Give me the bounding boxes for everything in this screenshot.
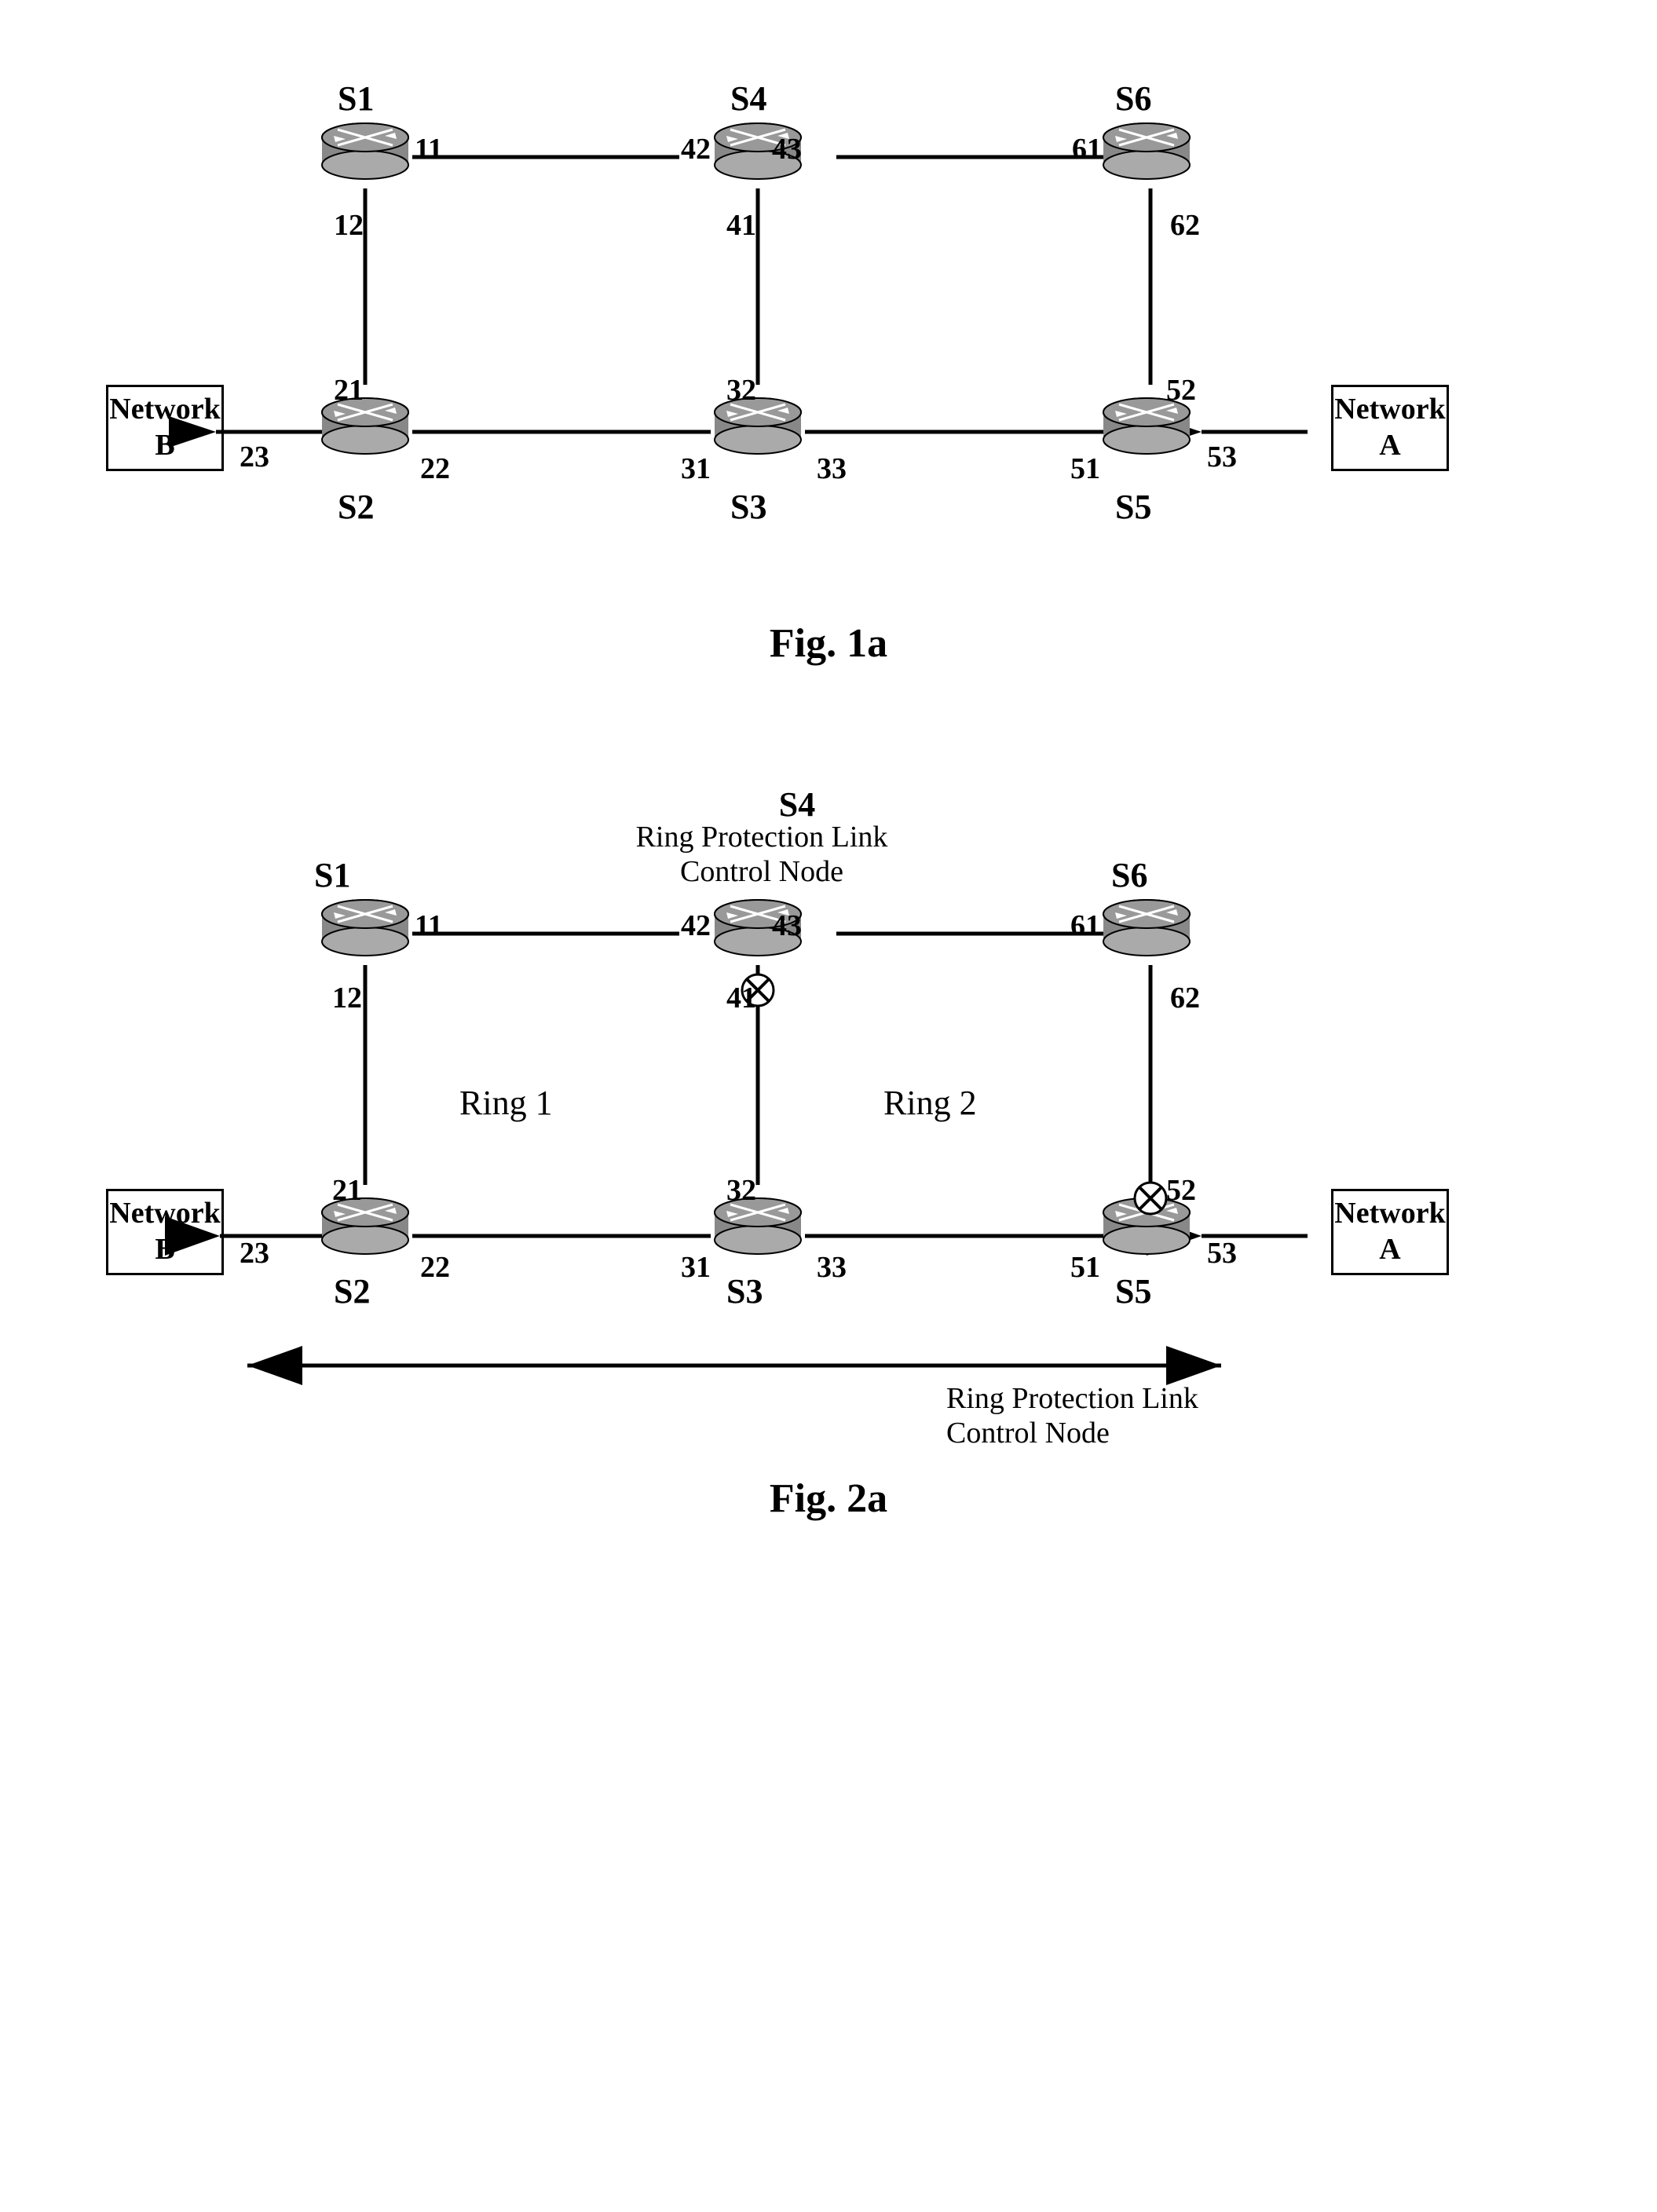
label-s1-2a: S1 <box>314 855 350 895</box>
port-41: 41 <box>726 208 756 243</box>
diagram-1a: S1 S4 <box>82 47 1575 597</box>
port-23-2a: 23 <box>240 1236 269 1271</box>
port-12-2a: 12 <box>332 981 362 1015</box>
label-s6-2a: S6 <box>1111 855 1147 895</box>
port-23: 23 <box>240 440 269 474</box>
port-31-2a: 31 <box>681 1250 711 1285</box>
label-s2-2a: S2 <box>334 1271 370 1311</box>
port-62: 62 <box>1170 208 1200 243</box>
port-12: 12 <box>334 208 364 243</box>
port-32-2a: 32 <box>726 1173 756 1208</box>
port-51: 51 <box>1070 452 1100 486</box>
port-53-2a: 53 <box>1207 1236 1237 1271</box>
port-22: 22 <box>420 452 450 486</box>
label-s2: S2 <box>338 487 374 527</box>
router-s6-2a <box>1099 898 1194 961</box>
connections-1a <box>82 47 1575 597</box>
label-s5: S5 <box>1115 487 1151 527</box>
blocked-port-s5 <box>1133 1181 1168 1216</box>
label-s1: S1 <box>338 79 374 119</box>
port-33-2a: 33 <box>817 1250 847 1285</box>
rplcn-top: Ring Protection LinkControl Node <box>632 820 891 889</box>
port-42-2a: 42 <box>681 909 711 943</box>
page: S1 S4 <box>0 0 1657 2212</box>
caption-2a: Fig. 2a <box>82 1475 1575 1522</box>
label-s4-2a: S4 <box>719 784 876 824</box>
port-53: 53 <box>1207 440 1237 474</box>
ring1-label: Ring 1 <box>459 1083 553 1123</box>
port-41-2a: 41 <box>726 981 756 1015</box>
port-61: 61 <box>1072 132 1102 166</box>
label-s3-2a: S3 <box>726 1271 763 1311</box>
port-51-2a: 51 <box>1070 1250 1100 1285</box>
port-43: 43 <box>772 132 802 166</box>
router-s6 <box>1099 122 1194 185</box>
port-61-2a: 61 <box>1070 909 1100 943</box>
port-52-2a: 52 <box>1166 1173 1196 1208</box>
port-32: 32 <box>726 373 756 408</box>
port-11-2a: 11 <box>415 909 443 943</box>
network-a-box-1a: NetworkA <box>1331 385 1449 471</box>
router-s3 <box>711 397 805 459</box>
port-22-2a: 22 <box>420 1250 450 1285</box>
port-62-2a: 62 <box>1170 981 1200 1015</box>
label-s5-2a: S5 <box>1115 1271 1151 1311</box>
rplcn-bottom: Ring Protection LinkControl Node <box>946 1381 1245 1450</box>
label-s6: S6 <box>1115 79 1151 119</box>
network-b-box-2a: NetworkB <box>106 1189 224 1275</box>
caption-1a: Fig. 1a <box>82 620 1575 667</box>
figure-1a: S1 S4 <box>82 47 1575 714</box>
label-s3: S3 <box>730 487 766 527</box>
port-43-2a: 43 <box>772 909 802 943</box>
network-b-box-1a: NetworkB <box>106 385 224 471</box>
router-s3-2a <box>711 1197 805 1260</box>
router-s1 <box>318 122 412 185</box>
ring2-label: Ring 2 <box>883 1083 977 1123</box>
network-a-box-2a: NetworkA <box>1331 1189 1449 1275</box>
figure-2a: S4 Ring Protection LinkControl Node S1 <box>82 745 1575 1569</box>
router-s1-2a <box>318 898 412 961</box>
port-52: 52 <box>1166 373 1196 408</box>
port-42: 42 <box>681 132 711 166</box>
label-s4: S4 <box>730 79 766 119</box>
port-31: 31 <box>681 452 711 486</box>
port-33: 33 <box>817 452 847 486</box>
port-11: 11 <box>415 132 443 166</box>
router-s2 <box>318 397 412 459</box>
diagram-2a: S4 Ring Protection LinkControl Node S1 <box>82 745 1575 1452</box>
port-21-2a: 21 <box>332 1173 362 1208</box>
port-21: 21 <box>334 373 364 408</box>
